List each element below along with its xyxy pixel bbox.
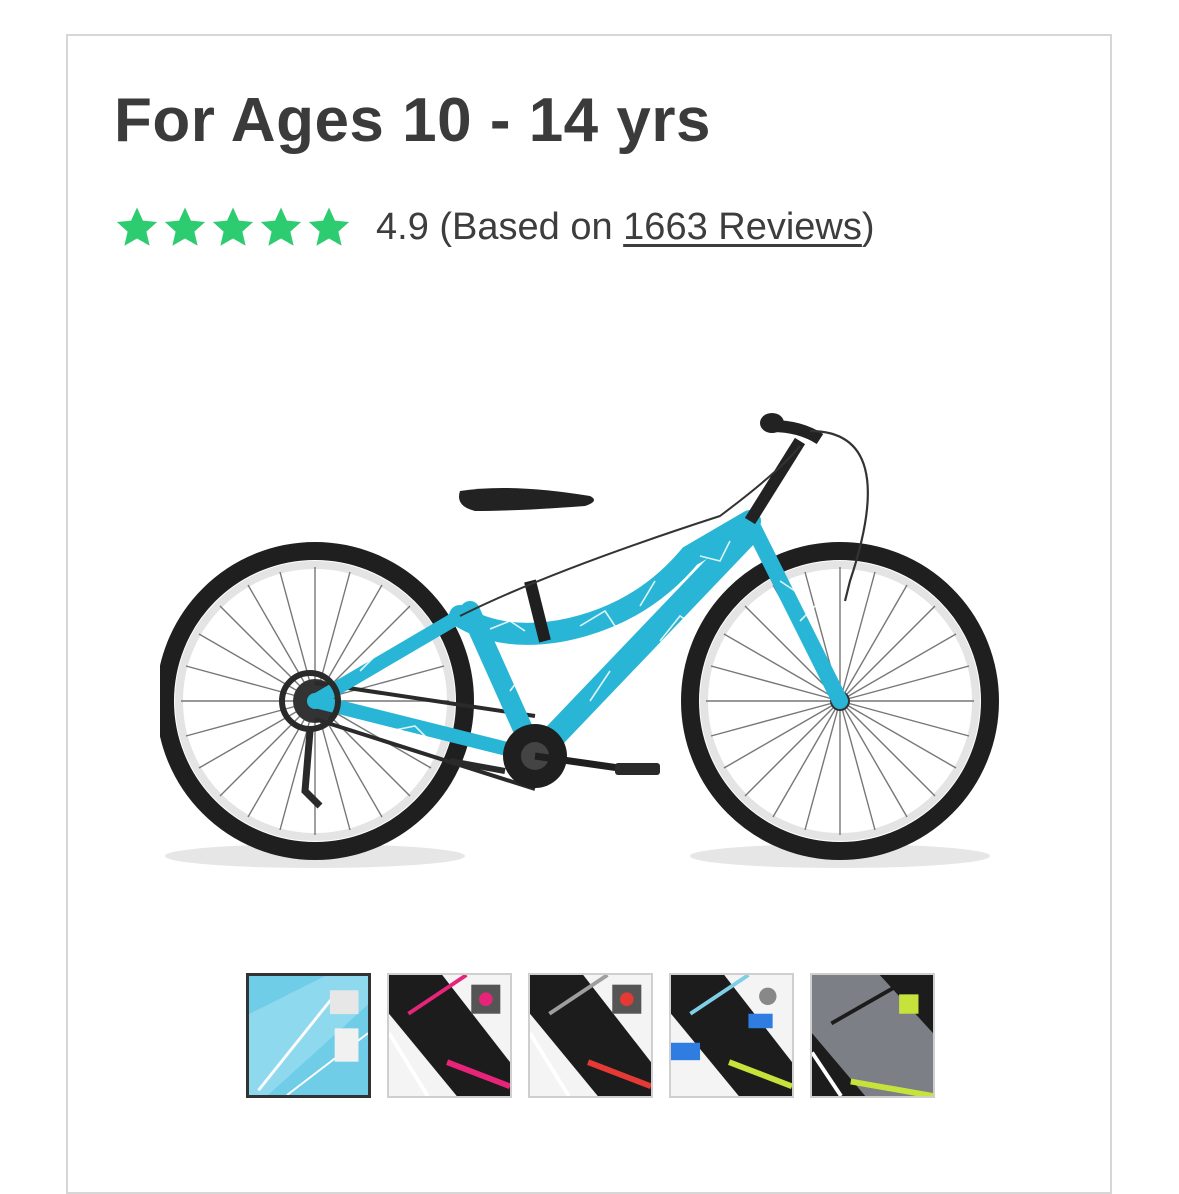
bike-frame (308, 510, 848, 768)
star-icon (212, 207, 254, 246)
star-icon (308, 207, 350, 246)
star-rating (114, 204, 352, 250)
rating-prefix: (Based on (428, 205, 624, 248)
swatch-image (530, 975, 651, 1096)
swatch-image (249, 976, 368, 1095)
color-swatch-black-blue[interactable] (669, 973, 794, 1098)
color-swatch-black-red[interactable] (528, 973, 653, 1098)
crankset (449, 724, 660, 788)
color-swatch-black-pink[interactable] (387, 973, 512, 1098)
product-card: For Ages 10 - 14 yrs 4.9 (Based on 1663 … (66, 34, 1112, 1194)
swatch-image (812, 975, 933, 1096)
star-icon (260, 207, 302, 246)
color-swatch-gray-lime[interactable] (810, 973, 935, 1098)
rating-summary: 4.9 (Based on 1663 Reviews) (376, 206, 875, 249)
swatch-image (671, 975, 792, 1096)
rating-value: 4.9 (376, 205, 429, 248)
star-icon (116, 207, 158, 246)
rating-suffix: ) (861, 205, 875, 248)
swatch-image (389, 975, 510, 1096)
rating-row: 4.9 (Based on 1663 Reviews) (114, 204, 875, 250)
star-icon (164, 207, 206, 246)
product-title: For Ages 10 - 14 yrs (114, 86, 711, 155)
bicycle-image (160, 413, 999, 868)
color-swatch-teal[interactable] (246, 973, 371, 1098)
reviews-link[interactable]: 1663 Reviews (623, 206, 862, 248)
color-swatches (246, 973, 935, 1098)
